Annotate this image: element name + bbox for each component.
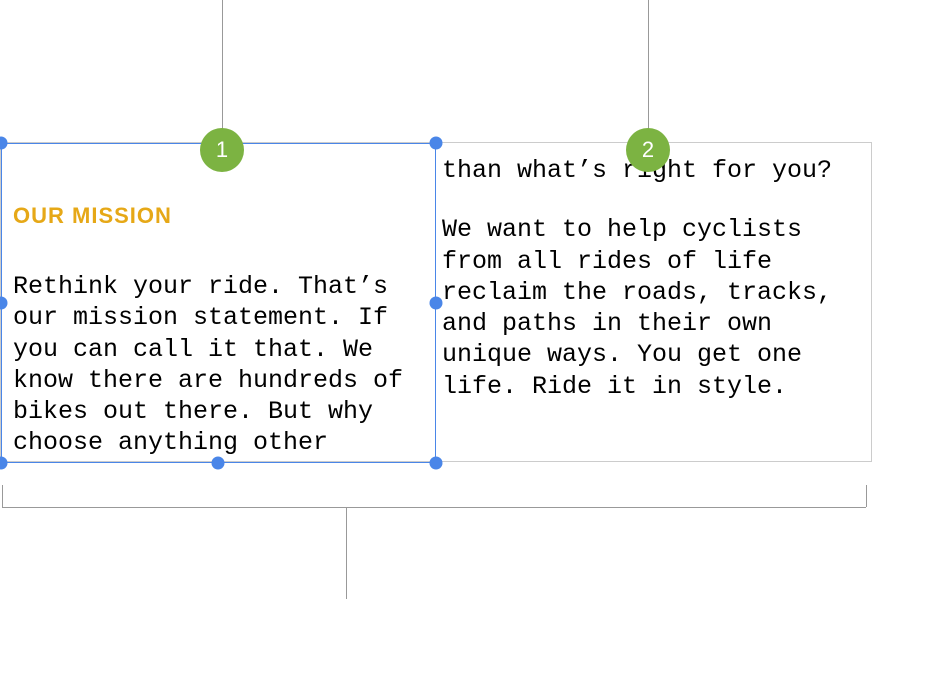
resize-handle-se[interactable] [430, 457, 443, 470]
resize-handle-e[interactable] [430, 297, 443, 310]
resize-handle-s[interactable] [212, 457, 225, 470]
bracket-right-vertical [866, 485, 867, 507]
callout-badge-1: 1 [200, 128, 244, 172]
mission-heading: OUR MISSION [13, 203, 421, 229]
text-column-2[interactable]: than what’s right for you? We want to he… [436, 143, 868, 461]
linked-text-boxes: OUR MISSION Rethink your ride. That’s ou… [0, 142, 872, 462]
callout-number-2: 2 [642, 137, 654, 163]
bracket-stem [346, 507, 347, 599]
callout-number-1: 1 [216, 137, 228, 163]
text-column-1[interactable]: OUR MISSION Rethink your ride. That’s ou… [1, 143, 431, 461]
column2-body-b: We want to help cyclists from all rides … [442, 214, 858, 402]
column1-body: Rethink your ride. That’s our mission st… [13, 271, 421, 459]
resize-handle-ne[interactable] [430, 137, 443, 150]
resize-handle-sw[interactable] [0, 457, 8, 470]
bracket-horizontal [2, 507, 866, 508]
callout-line-1 [222, 0, 223, 142]
callout-line-2 [648, 0, 649, 142]
callout-badge-2: 2 [626, 128, 670, 172]
bracket-left-vertical [2, 485, 3, 507]
